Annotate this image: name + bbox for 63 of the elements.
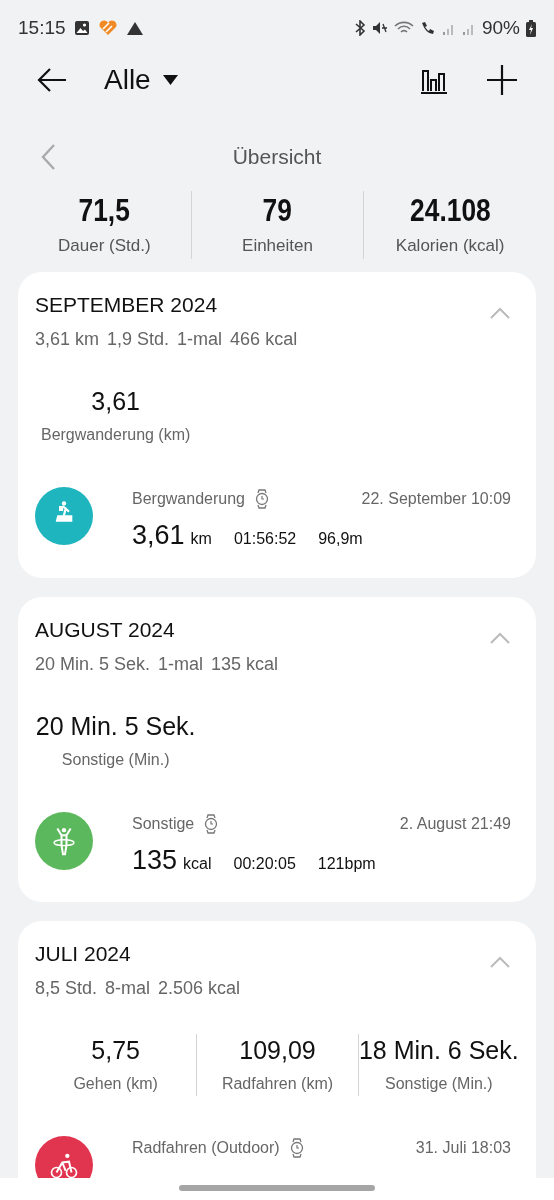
workout-date: 2. August 21:49 (399, 813, 511, 834)
total-label: Gehen (km) (73, 1074, 158, 1094)
caret-icon (162, 75, 178, 85)
workout-date: 31. Juli 18:03 (415, 1138, 511, 1158)
chevron-up-icon (490, 631, 510, 644)
stat-label: Dauer (Std.) (58, 235, 151, 258)
summary-item: 8-mal (105, 977, 151, 1000)
image-icon (73, 20, 90, 36)
home-handle[interactable] (179, 1185, 375, 1191)
call-icon (419, 20, 436, 36)
summary-item: 1-mal (158, 652, 204, 676)
overview-title: Übersicht (231, 144, 323, 171)
stat-value: 79 (262, 192, 293, 231)
workout-name: Radfahren (Outdoor) (132, 1138, 280, 1158)
summary-item: 20 Min. 5 Sek. (35, 652, 151, 676)
total-label: Sonstige (Min.) (385, 1074, 493, 1094)
workout-metric: 01:56:52 (233, 529, 297, 549)
chevron-up-icon (490, 956, 510, 968)
month-title: JULI 2024 (35, 941, 132, 967)
workout-metric: 00:20:05 (233, 853, 296, 874)
summary-item: 466 kcal (230, 328, 298, 351)
summary-item: 1,9 Std. (107, 328, 170, 351)
battery-icon (526, 19, 536, 37)
watch-icon (289, 1138, 304, 1158)
bluetooth-icon (353, 20, 366, 36)
total-value: 18 Min. 6 Sek. (358, 1035, 519, 1066)
workout-metric: 96,9m (318, 529, 363, 549)
filter-dropdown[interactable]: Alle (104, 59, 178, 101)
warning-triangle-icon (125, 20, 144, 36)
workout-metric: 121bpm (317, 853, 376, 874)
add-button[interactable] (486, 64, 518, 96)
workout-unit: km (190, 529, 212, 549)
total-value: 5,75 (91, 1035, 140, 1066)
total-value: 20 Min. 5 Sek. (35, 710, 196, 742)
summary-item: 3,61 km (35, 328, 100, 351)
stat-value: 71,5 (78, 192, 130, 231)
total-value: 109,09 (239, 1035, 316, 1066)
total-label: Bergwanderung (km) (40, 425, 191, 445)
battery-percentage: 90% (481, 15, 520, 40)
month-title: AUGUST 2024 (35, 616, 176, 643)
chevron-up-icon (490, 307, 510, 319)
stat-label: Einheiten (242, 235, 313, 258)
mute-icon (371, 20, 388, 36)
total-label: Radfahren (km) (221, 1074, 334, 1094)
total-label: Sonstige (Min.) (61, 749, 170, 770)
summary-item: 1-mal (177, 328, 223, 351)
total-value: 3,61 (91, 386, 140, 417)
stat-value: 24.108 (409, 192, 491, 231)
summary-item: 2.506 kcal (158, 977, 241, 1000)
workout-date: 22. September 10:09 (361, 489, 511, 509)
watch-icon (204, 813, 219, 834)
heart-icon (97, 20, 118, 36)
summary-item: 135 kcal (211, 652, 279, 676)
summary-item: 8,5 Std. (35, 977, 98, 1000)
workout-name: Sonstige (132, 813, 195, 834)
workout-unit: kcal (183, 853, 212, 874)
watch-icon (254, 489, 269, 509)
workout-value: 135 (132, 843, 178, 877)
status-time: 15:15 (18, 15, 66, 40)
workout-value: 3,61 (132, 519, 185, 552)
workout-name: Bergwanderung (132, 489, 245, 509)
stat-label: Kalorien (kcal) (395, 235, 505, 258)
month-title: SEPTEMBER 2024 (35, 292, 219, 318)
